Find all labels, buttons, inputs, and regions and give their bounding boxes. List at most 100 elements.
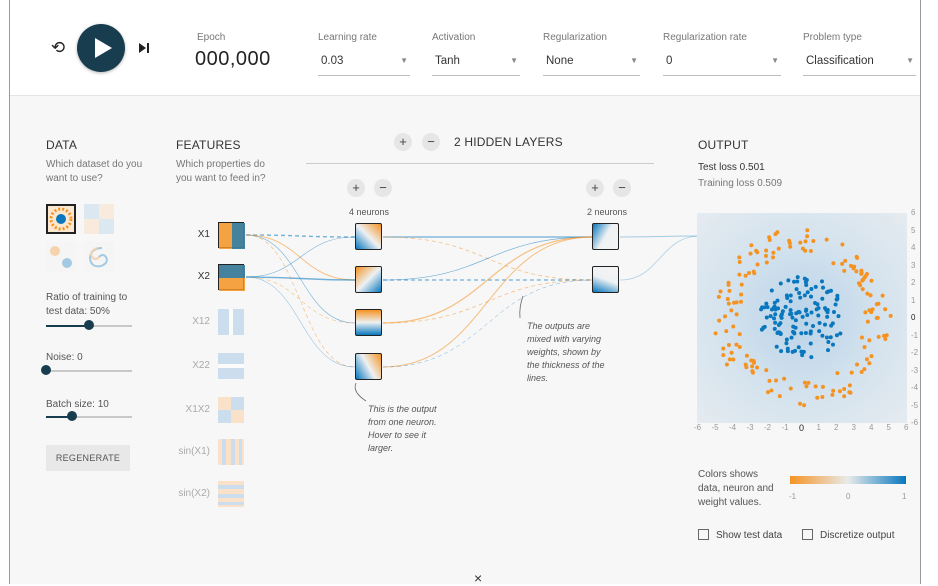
data-point: [863, 310, 868, 315]
data-point: [834, 333, 839, 338]
feature-visual: [218, 481, 244, 507]
feature-tile-x1x2[interactable]: [218, 397, 244, 423]
output-heatmap[interactable]: [697, 213, 907, 423]
data-point: [837, 389, 842, 394]
data-point: [816, 313, 821, 318]
data-point: [744, 353, 749, 358]
regenerate-button[interactable]: REGENERATE: [46, 445, 130, 471]
feature-label: sin(X2): [178, 488, 210, 499]
neuron-node[interactable]: [592, 223, 619, 250]
data-point: [825, 314, 830, 319]
neuron-node[interactable]: [355, 353, 382, 380]
data-point: [813, 301, 818, 306]
feature-tile-sinx2[interactable]: [218, 481, 244, 507]
weights-annotation: The outputs are mixed with varying weigh…: [527, 321, 605, 383]
data-point: [794, 311, 799, 316]
data-point: [789, 335, 794, 340]
ratio-slider[interactable]: [46, 320, 132, 330]
data-point: [788, 308, 793, 313]
feature-label: X2: [197, 271, 210, 282]
data-point: [820, 394, 825, 399]
dataset-spiral[interactable]: [84, 242, 114, 272]
data-point: [826, 348, 831, 353]
x-tick: 1: [816, 423, 821, 432]
data-point: [796, 345, 801, 350]
data-point: [828, 288, 833, 293]
neuron-node[interactable]: [355, 223, 382, 250]
data-point: [804, 282, 809, 287]
data-point: [755, 262, 760, 267]
left-border: [9, 0, 10, 584]
data-point: [820, 384, 825, 389]
regularization-select[interactable]: None ▼: [543, 54, 640, 76]
data-point: [860, 287, 865, 292]
checkbox-box: [802, 529, 813, 540]
data-point: [830, 392, 835, 397]
neuron-node[interactable]: [592, 266, 619, 293]
slider-knob[interactable]: [41, 365, 51, 375]
remove-neuron-layer2-button[interactable]: −: [613, 179, 631, 197]
neuron-node[interactable]: [355, 266, 382, 293]
add-layer-button[interactable]: +: [394, 133, 412, 151]
discretize-output-checkbox[interactable]: Discretize output: [802, 529, 894, 541]
slider-knob[interactable]: [84, 320, 94, 330]
feature-tile-x12[interactable]: [218, 309, 244, 335]
data-point: [739, 299, 744, 304]
data-point: [768, 314, 773, 319]
activation-label: Activation: [432, 32, 476, 43]
data-point: [725, 296, 730, 301]
reset-button[interactable]: ⟲: [46, 38, 70, 58]
data-point: [820, 296, 825, 301]
x-tick: -3: [746, 423, 754, 432]
activation-select[interactable]: Tanh ▼: [432, 54, 520, 76]
batch-size-slider[interactable]: [46, 411, 132, 421]
problem-type-select[interactable]: Classification ▼: [803, 54, 916, 76]
dataset-circle[interactable]: [46, 204, 76, 234]
neuron-node[interactable]: [355, 309, 382, 336]
feature-tile-x1[interactable]: [218, 222, 245, 249]
step-forward-button[interactable]: [136, 39, 154, 57]
noise-slider[interactable]: [41, 365, 132, 375]
feature-visual: [218, 353, 244, 379]
data-point: [773, 320, 778, 325]
remove-neuron-layer1-button[interactable]: −: [374, 179, 392, 197]
x-tick: -6: [694, 423, 702, 432]
add-neuron-layer2-button[interactable]: +: [586, 179, 604, 197]
data-point: [751, 269, 756, 274]
remove-layer-button[interactable]: −: [422, 133, 440, 151]
show-test-data-checkbox[interactable]: Show test data: [698, 529, 782, 541]
data-point: [848, 263, 853, 268]
data-point: [731, 357, 736, 362]
feature-tile-x22[interactable]: [218, 353, 244, 379]
data-point: [825, 310, 830, 315]
dataset-gaussian[interactable]: [46, 242, 76, 272]
data-point: [750, 370, 755, 375]
data-point: [859, 335, 864, 340]
data-point: [800, 314, 805, 319]
slider-knob[interactable]: [66, 411, 77, 421]
feature-tile-sinx1[interactable]: [218, 439, 244, 465]
data-point: [795, 275, 800, 280]
feature-label: sin(X1): [178, 446, 210, 457]
data-point: [737, 332, 742, 337]
feature-tile-x2[interactable]: [218, 264, 245, 291]
regularization-rate-select[interactable]: 0 ▼: [663, 54, 781, 76]
data-point: [835, 293, 840, 298]
learning-rate-select[interactable]: 0.03 ▼: [318, 54, 410, 76]
data-point: [717, 318, 722, 323]
add-neuron-layer1-button[interactable]: +: [347, 179, 365, 197]
data-point: [794, 287, 799, 292]
data-point: [874, 315, 879, 320]
show-test-data-label: Show test data: [716, 530, 783, 541]
y-tick: -3: [911, 365, 919, 375]
problem-type-label: Problem type: [803, 32, 862, 43]
feature-visual: [219, 265, 245, 291]
data-point: [864, 271, 869, 276]
data-point: [840, 261, 845, 266]
y-tick: -2: [911, 348, 919, 357]
data-point: [793, 318, 798, 323]
dataset-xor[interactable]: [84, 204, 114, 234]
play-button[interactable]: [77, 24, 125, 72]
data-point: [723, 314, 728, 319]
training-loss: Training loss 0.509: [698, 178, 783, 189]
